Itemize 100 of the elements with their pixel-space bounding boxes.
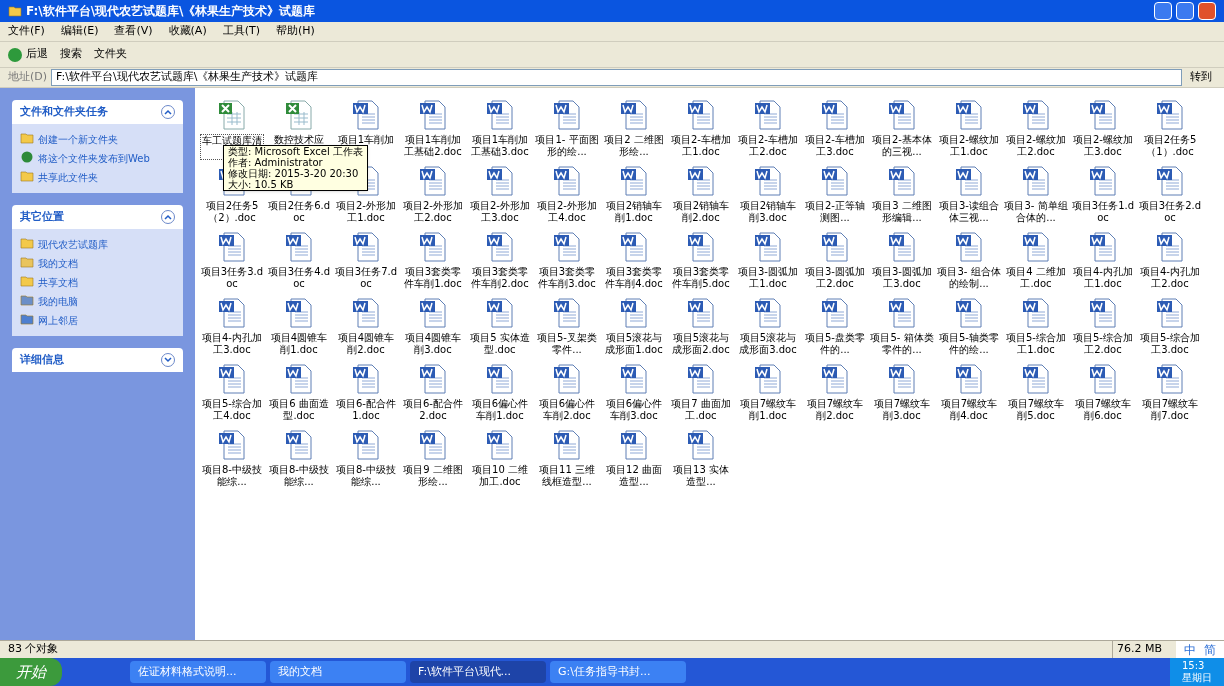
file-name[interactable]: 项目3任务1.doc xyxy=(1071,200,1135,224)
file-name[interactable]: 项目3-圆弧加工1.doc xyxy=(736,266,800,290)
file-name[interactable]: 项目5滚花与成形面2.doc xyxy=(669,332,733,356)
task-link[interactable]: 我的文档 xyxy=(38,256,78,271)
file-name[interactable]: 项目6-配合件1.doc xyxy=(334,398,398,422)
file-name[interactable]: 项目4 二维加工.doc xyxy=(1004,266,1068,290)
menu-item[interactable]: 工具(T) xyxy=(222,23,260,40)
menu-item[interactable]: 帮助(H) xyxy=(276,23,315,40)
file-name[interactable]: 项目2-螺纹加工2.doc xyxy=(1004,134,1068,158)
file-name[interactable]: 项目4圆锥车削3.doc xyxy=(401,332,465,356)
file-name[interactable]: 项目7螺纹车削1.doc xyxy=(736,398,800,422)
file-name[interactable]: 项目6偏心件车削1.doc xyxy=(468,398,532,422)
file-name[interactable]: 项目5-叉架类零件... xyxy=(535,332,599,356)
file-name[interactable]: 项目1车削加 xyxy=(334,134,398,146)
task-link[interactable]: 共享此文件夹 xyxy=(38,170,98,185)
back-button[interactable]: 后退 xyxy=(8,46,48,63)
file-name[interactable]: 项目5-综合加工4.doc xyxy=(200,398,264,422)
file-name[interactable]: 项目5- 箱体类零件的... xyxy=(870,332,934,356)
close-button[interactable] xyxy=(1198,2,1216,20)
file-name[interactable]: 项目10 二维加工.doc xyxy=(468,464,532,488)
file-name[interactable]: 项目7螺纹车削4.doc xyxy=(937,398,1001,422)
task-link[interactable]: 共享文档 xyxy=(38,275,78,290)
file-name[interactable]: 项目5-轴类零件的绘... xyxy=(937,332,1001,356)
file-name[interactable]: 项目6偏心件车削2.doc xyxy=(535,398,599,422)
file-name[interactable]: 项目2-螺纹加工1.doc xyxy=(937,134,1001,158)
file-name[interactable]: 项目2任务5（2）.doc xyxy=(200,200,264,224)
file-name[interactable]: 项目2 二维图形绘... xyxy=(602,134,666,158)
file-name[interactable]: 项目3-圆弧加工2.doc xyxy=(803,266,867,290)
file-name[interactable]: 项目3任务3.doc xyxy=(200,266,264,290)
file-name[interactable]: 项目2销轴车削3.doc xyxy=(736,200,800,224)
ime-button[interactable]: 简 xyxy=(1204,640,1216,659)
file-name[interactable]: 项目5滚花与成形面3.doc xyxy=(736,332,800,356)
file-name[interactable]: 项目5-盘类零件的... xyxy=(803,332,867,356)
file-name[interactable]: 项目2任务5（1）.doc xyxy=(1138,134,1202,158)
file-name[interactable]: 项目6-配合件2.doc xyxy=(401,398,465,422)
file-name[interactable]: 项目7螺纹车削5.doc xyxy=(1004,398,1068,422)
file-name[interactable]: 项目3套类零件车削1.doc xyxy=(401,266,465,290)
file-name[interactable]: 项目5-综合加工3.doc xyxy=(1138,332,1202,356)
file-name[interactable]: 项目12 曲面造型... xyxy=(602,464,666,488)
file-name[interactable]: 项目4圆锥车削1.doc xyxy=(267,332,331,356)
file-name[interactable]: 项目5-综合加工2.doc xyxy=(1071,332,1135,356)
menu-item[interactable]: 收藏(A) xyxy=(168,23,207,40)
file-name[interactable]: 项目1车削加工基础2.doc xyxy=(401,134,465,158)
section-header[interactable]: 其它位置 xyxy=(12,205,183,229)
file-name[interactable]: 项目3套类零件车削3.doc xyxy=(535,266,599,290)
taskbar-button[interactable]: 佐证材料格式说明... xyxy=(130,661,266,683)
section-header[interactable]: 详细信息 xyxy=(12,348,183,372)
file-name[interactable]: 项目3套类零件车削4.doc xyxy=(602,266,666,290)
file-name[interactable]: 项目3-读组合体三视... xyxy=(937,200,1001,224)
menu-item[interactable]: 编辑(E) xyxy=(60,23,99,40)
file-name[interactable]: 项目13 实体造型... xyxy=(669,464,733,488)
file-name[interactable]: 项目3任务4.doc xyxy=(267,266,331,290)
file-name[interactable]: 项目4圆锥车削2.doc xyxy=(334,332,398,356)
task-link[interactable]: 我的电脑 xyxy=(38,294,78,309)
address-field[interactable]: F:\软件平台\现代农艺试题库\《林果生产技术》试题库 xyxy=(51,69,1182,86)
file-name[interactable]: 项目7螺纹车削6.doc xyxy=(1071,398,1135,422)
file-name[interactable]: 项目2任务6.doc xyxy=(267,200,331,224)
file-name[interactable]: 项目1- 平面图形的绘... xyxy=(535,134,599,158)
task-link[interactable]: 创建一个新文件夹 xyxy=(38,132,118,147)
file-name[interactable]: 项目2销轴车削1.doc xyxy=(602,200,666,224)
file-name[interactable]: 项目8-中级技能综... xyxy=(267,464,331,488)
file-name[interactable]: 项目3 二维图形编辑... xyxy=(870,200,934,224)
folders-button[interactable]: 文件夹 xyxy=(94,46,127,63)
file-name[interactable]: 项目9 二维图形绘... xyxy=(401,464,465,488)
section-header[interactable]: 文件和文件夹任务 xyxy=(12,100,183,124)
file-name[interactable]: 项目2-车槽加工3.doc xyxy=(803,134,867,158)
start-button[interactable]: 开始 xyxy=(0,658,62,686)
file-name[interactable]: 项目2-外形加工4.doc xyxy=(535,200,599,224)
file-name[interactable]: 项目6偏心件车削3.doc xyxy=(602,398,666,422)
menu-item[interactable]: 查看(V) xyxy=(114,23,153,40)
ime-button[interactable]: 中 xyxy=(1184,640,1196,659)
file-name[interactable]: 项目3套类零件车削5.doc xyxy=(669,266,733,290)
file-name[interactable]: 数控技术应 xyxy=(267,134,331,146)
file-name[interactable]: 项目3- 组合体的绘制... xyxy=(937,266,1001,290)
file-name[interactable]: 项目3任务2.doc xyxy=(1138,200,1202,224)
task-link[interactable]: 网上邻居 xyxy=(38,313,78,328)
file-name[interactable]: 项目4-内孔加工2.doc xyxy=(1138,266,1202,290)
file-name[interactable]: 项目2-外形加工2.doc xyxy=(401,200,465,224)
file-name[interactable]: 项目2-基本体的三视... xyxy=(870,134,934,158)
file-name[interactable]: 项目2-螺纹加工3.doc xyxy=(1071,134,1135,158)
file-name[interactable]: 项目11 三维线框造型... xyxy=(535,464,599,488)
file-name[interactable]: 项目5-综合加工1.doc xyxy=(1004,332,1068,356)
file-name[interactable]: 项目7螺纹车削3.doc xyxy=(870,398,934,422)
maximize-button[interactable] xyxy=(1176,2,1194,20)
file-name[interactable]: 项目2销轴车削2.doc xyxy=(669,200,733,224)
file-name[interactable]: 项目5滚花与成形面1.doc xyxy=(602,332,666,356)
file-name[interactable]: 项目2-外形加工1.doc xyxy=(334,200,398,224)
file-name[interactable]: 项目5 实体造型.doc xyxy=(468,332,532,356)
file-name[interactable]: 项目2-正等轴测图... xyxy=(803,200,867,224)
file-name[interactable]: 项目8-中级技能综... xyxy=(334,464,398,488)
minimize-button[interactable] xyxy=(1154,2,1172,20)
search-button[interactable]: 搜索 xyxy=(60,46,82,63)
file-name[interactable]: 项目7 曲面加工.doc xyxy=(669,398,733,422)
file-name[interactable]: 项目3- 简单组合体的... xyxy=(1004,200,1068,224)
file-name[interactable]: 项目2-车槽加工2.doc xyxy=(736,134,800,158)
file-name[interactable]: 项目4-内孔加工1.doc xyxy=(1071,266,1135,290)
taskbar-button[interactable]: G:\任务指导书封... xyxy=(550,661,686,683)
file-name[interactable]: 项目3任务7.doc xyxy=(334,266,398,290)
file-name[interactable]: 项目7螺纹车削2.doc xyxy=(803,398,867,422)
file-name[interactable]: 项目3-圆弧加工3.doc xyxy=(870,266,934,290)
